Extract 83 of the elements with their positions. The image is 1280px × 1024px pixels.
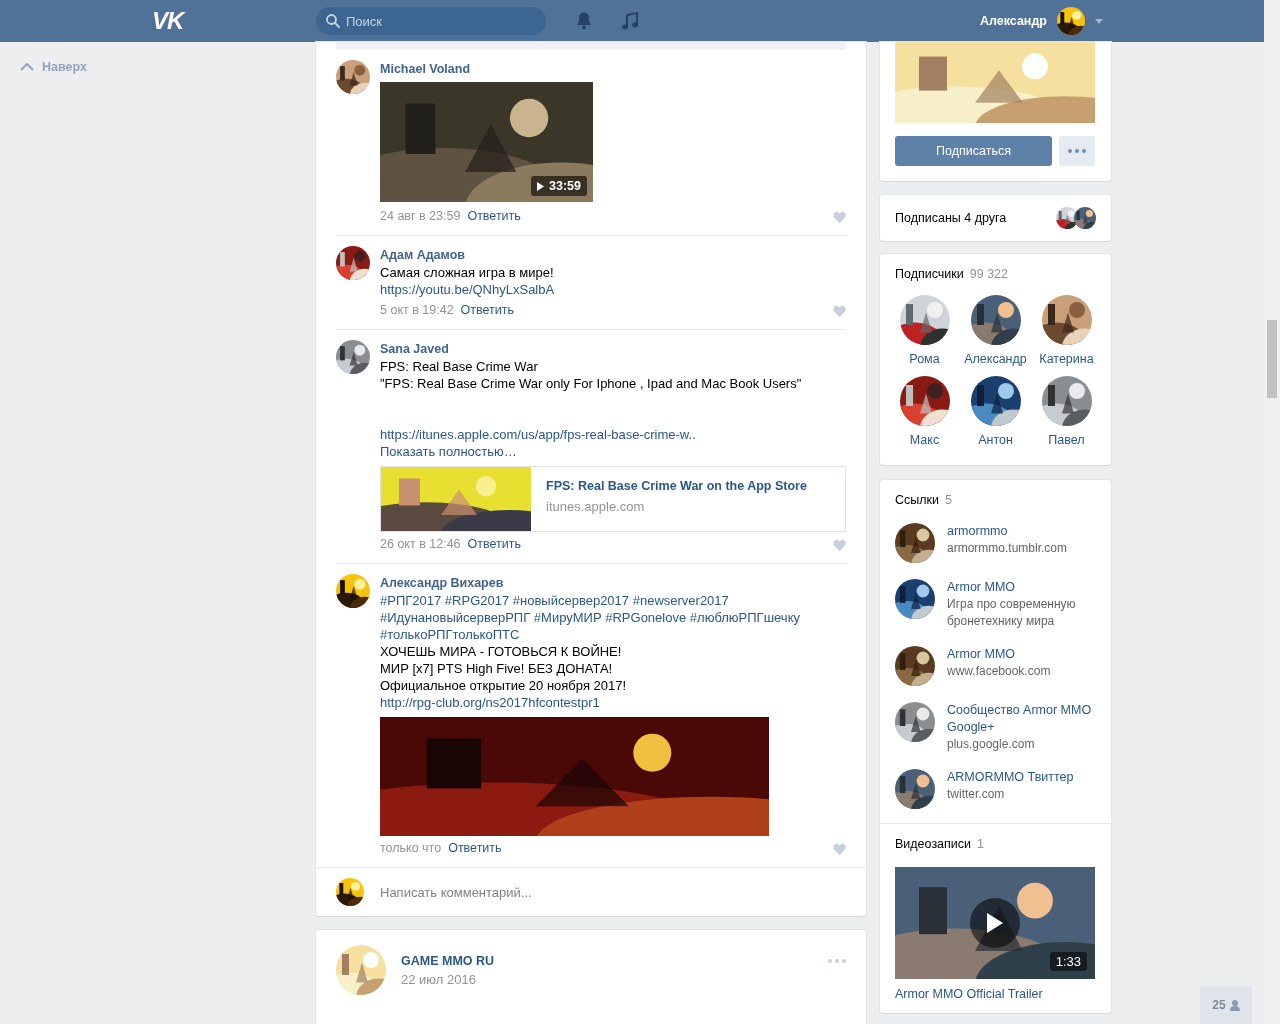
heart-icon	[833, 210, 846, 223]
section-title[interactable]: Подписчики	[895, 267, 964, 281]
section-count: 1	[977, 837, 984, 851]
author-link[interactable]: Michael Voland	[380, 60, 846, 78]
author-link[interactable]: GAME MMO RU	[401, 953, 495, 968]
comment-date: 26 окт в 12:46	[380, 536, 461, 553]
link-subtitle: www.facebook.com	[947, 663, 1051, 680]
hashtag-link[interactable]: #RPGonelove	[605, 610, 687, 625]
comment-text: МИР [x7] PTS High Five! БЕЗ ДОНАТА!	[380, 660, 614, 677]
play-icon	[537, 181, 544, 191]
hashtag-link[interactable]: #люблюРПГшечку	[689, 610, 800, 625]
link-title[interactable]: ARMORMMO Твиттер	[947, 769, 1074, 786]
more-button[interactable]	[1059, 136, 1095, 166]
comment-text: ХОЧЕШЬ МИРА - ГОТОВЬСЯ К ВОЙНЕ!	[380, 643, 623, 660]
more-icon	[1068, 149, 1086, 153]
link-title[interactable]: Armor MMO	[947, 579, 1096, 596]
hashtag-link[interactable]: #МируМИР	[533, 610, 602, 625]
follower-name[interactable]: Макс	[909, 433, 940, 447]
reply-link[interactable]: Ответить	[460, 302, 514, 319]
play-button[interactable]	[970, 898, 1020, 948]
hashtag-link[interactable]: #RPG2017	[444, 593, 510, 608]
link-title[interactable]: Сообщество Armor MMO Google+	[947, 702, 1096, 736]
link-subtitle: Игра про современную бронетехнику мира	[947, 596, 1077, 630]
scrollbar-thumb[interactable]	[1267, 320, 1277, 398]
logo[interactable]: VK	[152, 7, 184, 34]
link-subtitle: twitter.com	[947, 786, 1006, 803]
link-title[interactable]: Armor MMO	[947, 646, 1051, 663]
section-title[interactable]: Ссылки	[895, 493, 939, 507]
video-title[interactable]: Armor MMO Official Trailer	[895, 987, 1096, 1001]
heart-icon	[833, 538, 846, 551]
link-title[interactable]: FPS: Real Base Crime War on the App Store	[546, 479, 807, 493]
link-preview-card[interactable]: FPS: Real Base Crime War on the App Store itunes.apple.com	[380, 466, 846, 532]
comment-text: FPS: Real Base Crime War	[380, 358, 539, 375]
follower-name[interactable]: Рома	[909, 352, 940, 366]
duration-badge: 1:33	[1049, 952, 1087, 971]
play-icon	[987, 913, 1003, 933]
music-icon[interactable]	[622, 12, 638, 30]
comment-date: 5 окт в 19:42	[380, 302, 454, 319]
follower-name[interactable]: Павел	[1048, 433, 1085, 447]
heart-icon	[833, 842, 846, 855]
author-link[interactable]: Адам Адамов	[380, 246, 846, 264]
subscribe-button[interactable]: Подписаться	[895, 136, 1052, 166]
link-title[interactable]: armormmo	[947, 523, 1068, 540]
link-subtitle: plus.google.com	[947, 736, 1036, 753]
post-date: 22 июл 2016	[401, 971, 477, 987]
author-link[interactable]: Sana Javed	[380, 340, 846, 358]
url-link[interactable]: http://rpg-club.org/ns2017hfcontestpr1	[380, 694, 846, 711]
hashtag-link[interactable]: #ИдунановыйсерверРПГ	[380, 610, 531, 625]
hashtag-link[interactable]: #толькоРПГтолькоПТС	[380, 627, 520, 642]
url-link[interactable]: https://youtu.be/QNhyLxSalbA	[380, 281, 846, 298]
comment-text: Самая сложная игра в мире!	[380, 264, 555, 281]
duration-text: 33:59	[549, 179, 581, 193]
section-count: 5	[945, 493, 952, 507]
section-title[interactable]: Видеозаписи	[895, 837, 972, 851]
follower-name[interactable]: Александр	[964, 352, 1027, 366]
comment-text: "FPS: Real Base Crime War only For Iphone , Ipad and Mac Book Users"	[380, 375, 803, 392]
show-more-link[interactable]: Показать полностью…	[380, 443, 846, 460]
caret-icon	[1095, 18, 1103, 24]
follower-name[interactable]: Катерина	[1039, 352, 1094, 366]
comment-text: Официальное открытие 20 ноября 2017!	[380, 677, 628, 694]
hashtag-link[interactable]: #РПГ2017	[380, 593, 442, 608]
author-link[interactable]: Александр Вихарев	[380, 574, 846, 592]
reply-link[interactable]: Ответить	[467, 536, 521, 553]
comment-date: 24 авг в 23:59	[380, 208, 461, 225]
online-count: 25	[1212, 998, 1226, 1012]
reply-link[interactable]: Ответить	[448, 840, 502, 857]
chevron-up-icon	[20, 63, 34, 71]
section-count: 99 322	[969, 267, 1008, 281]
person-icon	[1229, 999, 1240, 1011]
follower-name[interactable]: Антон	[978, 433, 1013, 447]
notifications-icon[interactable]	[576, 12, 592, 30]
link-subtitle: armormmo.tumblr.com	[947, 540, 1068, 557]
reply-link[interactable]: Ответить	[467, 208, 521, 225]
more-icon[interactable]	[828, 959, 846, 963]
friends-link[interactable]: Подписаны 4 друга	[895, 211, 1007, 225]
user-name[interactable]: Александр	[979, 14, 1047, 28]
link-domain: itunes.apple.com	[546, 499, 646, 514]
url-link[interactable]: https://itunes.apple.com/us/app/fps-real-base-crime-w..	[380, 426, 846, 443]
hashtag-link[interactable]: #newserver2017	[632, 593, 729, 608]
heart-icon	[833, 304, 846, 317]
search-field[interactable]: Поиск	[316, 7, 546, 35]
comment-date: только что	[380, 840, 442, 857]
hashtag-link[interactable]: #новыйсервер2017	[512, 593, 630, 608]
